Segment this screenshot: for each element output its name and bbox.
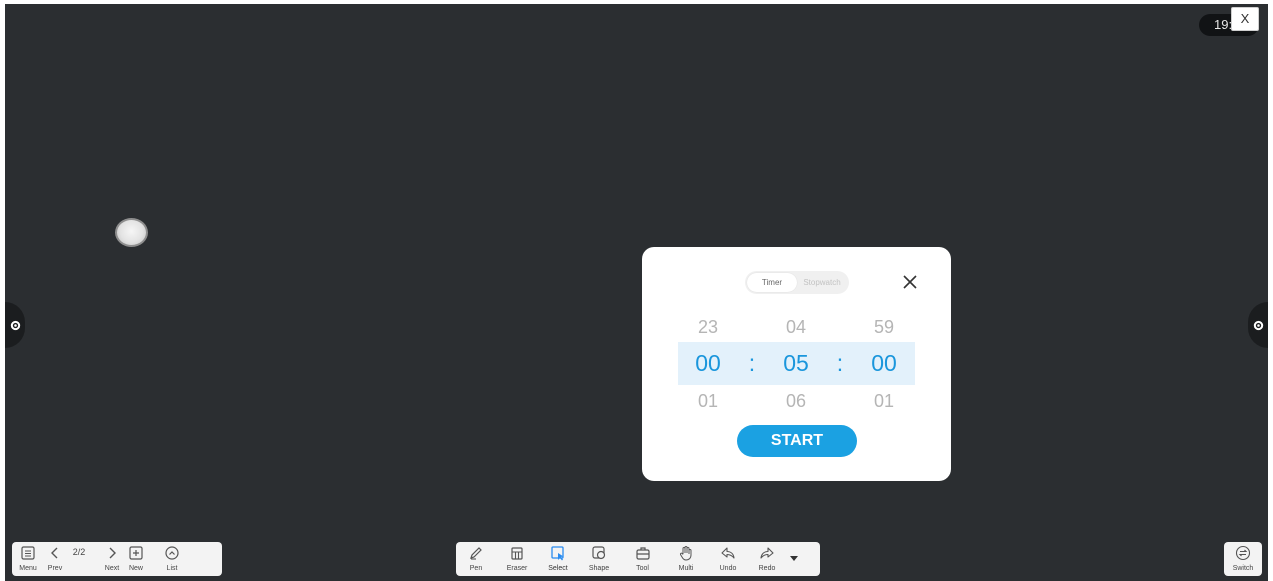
time-separator: : bbox=[748, 350, 756, 376]
redo-button[interactable]: Redo bbox=[749, 542, 785, 576]
select-icon bbox=[550, 545, 566, 561]
time-separator: : bbox=[836, 350, 844, 376]
switch-icon bbox=[1235, 545, 1251, 561]
seconds-next[interactable]: 01 bbox=[854, 391, 914, 412]
app-close-button[interactable]: X bbox=[1231, 7, 1259, 31]
seconds-prev[interactable]: 59 bbox=[854, 317, 914, 338]
close-icon bbox=[903, 275, 917, 289]
next-page-button[interactable]: Next bbox=[100, 542, 124, 576]
start-button[interactable]: START bbox=[737, 425, 857, 457]
drawing-toolbar: Pen Eraser Select Shape Tool Multi Undo … bbox=[456, 542, 820, 576]
hours-prev[interactable]: 23 bbox=[678, 317, 738, 338]
floating-menu-ball[interactable] bbox=[115, 218, 148, 247]
tool-toolbox[interactable]: Tool bbox=[620, 542, 665, 576]
switch-label: Switch bbox=[1232, 565, 1254, 572]
time-picker-selected-row[interactable]: 00 : 05 : 00 bbox=[678, 342, 915, 385]
tool-label: Undo bbox=[719, 565, 737, 572]
shape-icon bbox=[591, 545, 607, 561]
chevron-right-icon bbox=[104, 545, 120, 561]
caret-down-icon bbox=[790, 556, 798, 561]
prev-page-button[interactable]: Prev bbox=[44, 542, 66, 576]
minutes-prev[interactable]: 04 bbox=[766, 317, 826, 338]
time-picker-prev-row[interactable]: 23 04 59 bbox=[678, 315, 915, 339]
menu-label: Menu bbox=[19, 565, 37, 572]
tool-eraser[interactable]: Eraser bbox=[496, 542, 538, 576]
tool-select[interactable]: Select bbox=[538, 542, 578, 576]
clock-text: 19: bbox=[1214, 17, 1233, 32]
hours-value[interactable]: 00 bbox=[678, 350, 738, 377]
new-label: New bbox=[128, 565, 143, 572]
eraser-icon bbox=[509, 545, 525, 561]
tool-shape[interactable]: Shape bbox=[578, 542, 620, 576]
page-list-button[interactable]: List bbox=[148, 542, 196, 576]
next-label: Next bbox=[104, 565, 120, 572]
chevron-up-circle-icon bbox=[164, 545, 180, 561]
whiteboard-canvas[interactable] bbox=[5, 4, 1268, 581]
tool-label: Shape bbox=[588, 565, 610, 572]
tool-multi[interactable]: Multi bbox=[665, 542, 707, 576]
redo-icon bbox=[759, 545, 775, 561]
timer-dialog: Timer Stopwatch 23 04 59 00 : 05 : 00 01… bbox=[642, 247, 951, 481]
pen-icon bbox=[468, 545, 484, 561]
list-label: List bbox=[166, 565, 178, 572]
page-indicator: 2/2 bbox=[72, 547, 86, 557]
undo-icon bbox=[720, 545, 736, 561]
dialog-close-button[interactable] bbox=[900, 272, 920, 292]
menu-button[interactable]: Menu bbox=[12, 542, 44, 576]
gear-icon bbox=[1253, 320, 1263, 330]
tool-label: Pen bbox=[469, 565, 483, 572]
menu-icon bbox=[20, 545, 36, 561]
time-picker-next-row[interactable]: 01 06 01 bbox=[678, 389, 915, 413]
hand-icon bbox=[678, 545, 694, 561]
undo-button[interactable]: Undo bbox=[707, 542, 749, 576]
switch-toolbar: Switch bbox=[1224, 542, 1262, 576]
minutes-next[interactable]: 06 bbox=[766, 391, 826, 412]
tool-label: Redo bbox=[758, 565, 776, 572]
new-page-button[interactable]: New bbox=[124, 542, 148, 576]
timer-mode-toggle: Timer Stopwatch bbox=[745, 271, 849, 294]
chevron-left-icon bbox=[47, 545, 63, 561]
tool-label: Eraser bbox=[506, 565, 528, 572]
page-toolbar: Menu Prev 2/2 Next New List bbox=[12, 542, 222, 576]
tool-pen[interactable]: Pen bbox=[456, 542, 496, 576]
tool-label: Select bbox=[548, 565, 568, 572]
tab-stopwatch[interactable]: Stopwatch bbox=[797, 273, 847, 292]
switch-button[interactable]: Switch bbox=[1224, 542, 1262, 576]
tab-timer[interactable]: Timer bbox=[747, 273, 797, 292]
add-page-icon bbox=[128, 545, 144, 561]
toolbar-expand-button[interactable] bbox=[785, 542, 803, 576]
gear-icon bbox=[10, 320, 20, 330]
seconds-value[interactable]: 00 bbox=[854, 350, 914, 377]
toolbox-icon bbox=[635, 545, 651, 561]
prev-label: Prev bbox=[47, 565, 63, 572]
hours-next[interactable]: 01 bbox=[678, 391, 738, 412]
tool-label: Tool bbox=[636, 565, 649, 572]
tool-label: Multi bbox=[678, 565, 694, 572]
minutes-value[interactable]: 05 bbox=[766, 350, 826, 377]
